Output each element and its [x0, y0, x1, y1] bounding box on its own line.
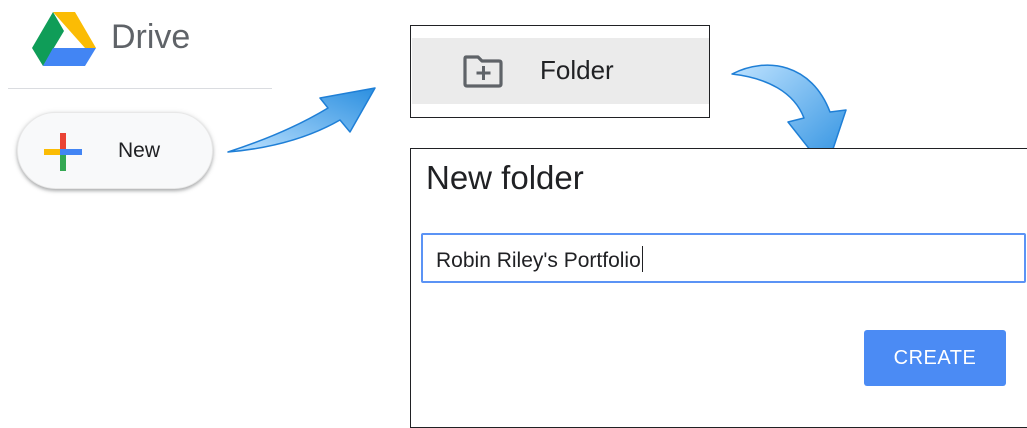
- text-caret: [641, 246, 644, 272]
- menu-item-folder[interactable]: Folder: [412, 38, 709, 104]
- new-folder-icon: [463, 55, 503, 88]
- google-drive-logo-icon: [32, 12, 96, 66]
- curved-arrow-right-icon: [227, 87, 376, 153]
- dialog-title: New folder: [426, 159, 584, 196]
- menu-item-folder-label: Folder: [540, 55, 614, 85]
- new-button-label: New: [118, 139, 161, 162]
- app-name: Drive: [111, 18, 191, 56]
- folder-name-value: Robin Riley's Portfolio: [436, 246, 644, 273]
- new-menu: Folder: [410, 25, 710, 118]
- new-button[interactable]: New: [17, 112, 213, 189]
- multicolor-plus-icon: [44, 133, 82, 171]
- create-button[interactable]: CREATE: [864, 330, 1006, 386]
- new-folder-dialog: New folder Robin Riley's Portfolio CREAT…: [410, 148, 1027, 428]
